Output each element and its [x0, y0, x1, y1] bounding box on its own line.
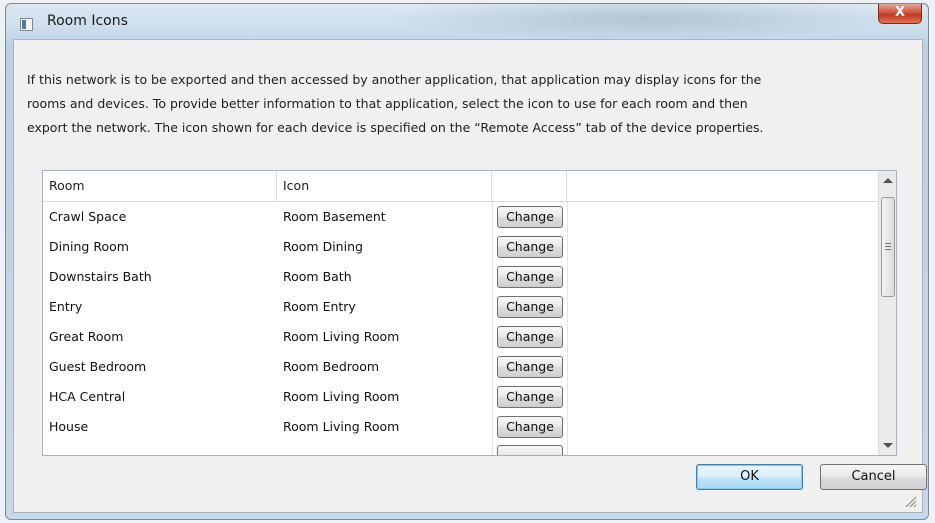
room-icons-dialog: Room Icons X If this network is to be ex… [5, 3, 929, 520]
title-bar[interactable]: Room Icons X [6, 4, 928, 42]
change-button[interactable]: Change [497, 206, 563, 228]
table-row-partial[interactable] [43, 442, 896, 455]
change-button[interactable]: Change [497, 386, 563, 408]
cancel-button[interactable]: Cancel [820, 464, 927, 490]
room-cell: Crawl Space [49, 209, 127, 224]
ok-button[interactable]: OK [696, 464, 803, 490]
table-row[interactable]: Dining Room Room Dining Change [43, 232, 896, 262]
icon-cell: Room Living Room [283, 419, 400, 434]
window-title: Room Icons [47, 13, 128, 29]
change-button[interactable]: Change [497, 296, 563, 318]
change-button-partial[interactable] [497, 445, 563, 455]
table-row[interactable]: House Room Living Room Change [43, 412, 896, 442]
column-header-room[interactable]: Room [43, 171, 277, 201]
icon-cell: Room Bath [283, 269, 352, 284]
icon-cell: Room Dining [283, 239, 363, 254]
close-button[interactable]: X [878, 4, 922, 24]
room-cell: HCA Central [49, 389, 126, 404]
column-header-action[interactable] [492, 171, 567, 201]
table-row[interactable]: Entry Room Entry Change [43, 292, 896, 322]
room-cell: Dining Room [49, 239, 129, 254]
change-button[interactable]: Change [497, 266, 563, 288]
icon-cell: Room Basement [283, 209, 386, 224]
dialog-content: If this network is to be exported and th… [13, 39, 927, 513]
icon-cell: Room Entry [283, 299, 356, 314]
change-button[interactable]: Change [497, 356, 563, 378]
room-cell: Downstairs Bath [49, 269, 152, 284]
table-row[interactable]: Downstairs Bath Room Bath Change [43, 262, 896, 292]
scroll-up-arrow-icon[interactable] [883, 178, 893, 183]
room-cell: Guest Bedroom [49, 359, 147, 374]
change-button[interactable]: Change [497, 236, 563, 258]
description-line: If this network is to be exported and th… [27, 72, 762, 87]
resize-grip-icon[interactable] [904, 495, 916, 507]
table-row[interactable]: Great Room Room Living Room Change [43, 322, 896, 352]
table-row[interactable]: Crawl Space Room Basement Change [43, 202, 896, 232]
room-cell: Entry [49, 299, 83, 314]
change-button[interactable]: Change [497, 416, 563, 438]
description-line: rooms and devices. To provide better inf… [27, 96, 748, 111]
description-text: If this network is to be exported and th… [27, 68, 907, 140]
scroll-down-arrow-icon[interactable] [883, 443, 893, 448]
icon-cell: Room Living Room [283, 389, 400, 404]
vertical-scrollbar[interactable] [878, 171, 896, 455]
table-row[interactable]: HCA Central Room Living Room Change [43, 382, 896, 412]
app-icon [20, 18, 33, 31]
icon-cell: Room Living Room [283, 329, 400, 344]
room-icon-grid: Room Icon Crawl Space Room Basement Chan… [42, 170, 897, 456]
table-row[interactable]: Guest Bedroom Room Bedroom Change [43, 352, 896, 382]
grid-header: Room Icon [43, 171, 896, 202]
column-header-filler [567, 171, 881, 201]
room-cell: House [49, 419, 89, 434]
room-cell: Great Room [49, 329, 124, 344]
icon-cell: Room Bedroom [283, 359, 380, 374]
column-header-icon[interactable]: Icon [277, 171, 492, 201]
description-line: export the network. The icon shown for e… [27, 120, 764, 135]
change-button[interactable]: Change [497, 326, 563, 348]
scroll-thumb[interactable] [881, 197, 895, 297]
grip-icon [885, 243, 891, 244]
